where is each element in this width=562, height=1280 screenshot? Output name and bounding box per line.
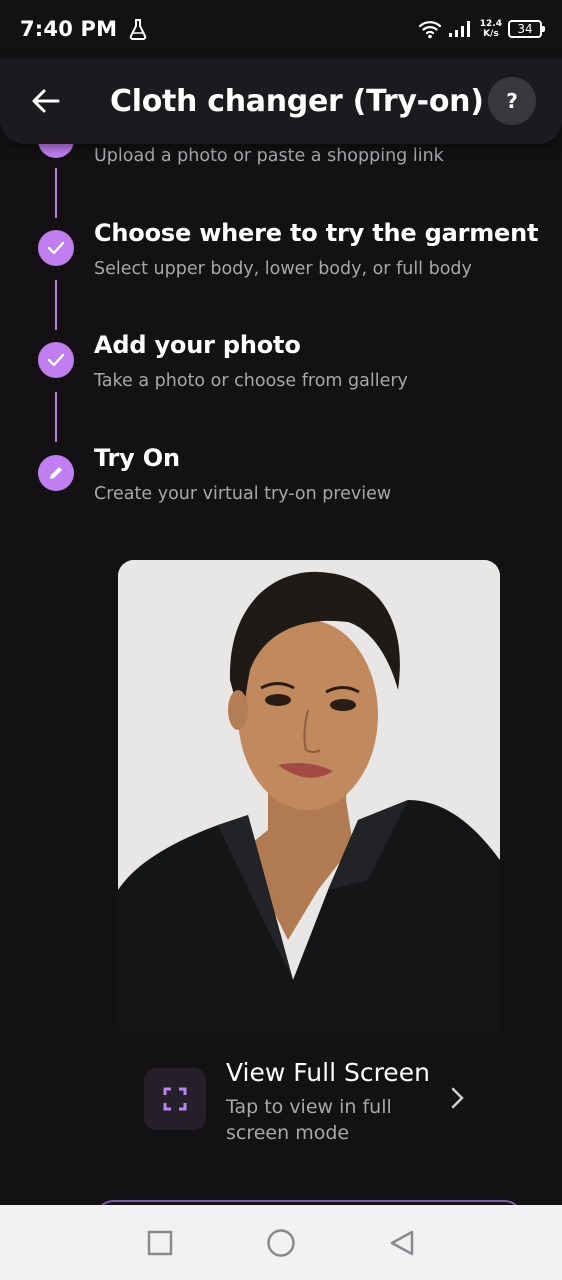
step-title: Add your photo [94, 331, 301, 359]
status-bar: 7:40 PM 12.4 K/s 34 [0, 0, 562, 58]
back-button[interactable] [24, 79, 68, 123]
view-full-screen-subtitle: Tap to view in full screen mode [226, 1096, 392, 1144]
step-subtitle: Create your virtual try-on preview [94, 484, 392, 504]
recents-button[interactable] [140, 1223, 180, 1263]
help-label: ? [506, 89, 518, 113]
square-icon [148, 1230, 173, 1255]
page-title: Cloth changer (Try-on) [110, 83, 484, 119]
battery-level: 34 [517, 22, 533, 36]
triangle-back-icon [390, 1230, 413, 1255]
step-subtitle: Upload a photo or paste a shopping link [94, 146, 444, 166]
view-full-screen-title: View Full Screen [226, 1058, 430, 1087]
fullscreen-icon-box [144, 1068, 206, 1130]
system-nav-bar [0, 1205, 562, 1280]
step-active-circle [38, 455, 74, 491]
status-time: 7:40 PM [20, 17, 118, 41]
step-title: Try On [94, 444, 180, 472]
step-subtitle: Take a photo or choose from gallery [94, 371, 408, 391]
help-button[interactable]: ? [488, 77, 536, 125]
check-icon [47, 353, 65, 367]
pencil-icon [50, 467, 62, 479]
circle-icon [267, 1228, 295, 1257]
status-indicators: 12.4 K/s 34 [418, 19, 545, 39]
fullscreen-icon [163, 1087, 187, 1111]
step-subtitle: Select upper body, lower body, or full b… [94, 259, 472, 279]
network-speed-value: 12.4 [479, 19, 502, 29]
step-connector-line [55, 280, 57, 330]
flask-icon [129, 19, 147, 40]
app-bar: Cloth changer (Try-on) ? [0, 58, 562, 144]
network-speed: 12.4 K/s [480, 19, 502, 39]
home-button[interactable] [261, 1223, 301, 1263]
arrow-left-icon [32, 89, 60, 113]
battery-icon: 34 [508, 20, 545, 38]
step-connector-line [55, 392, 57, 442]
person-photo [118, 560, 500, 1030]
network-speed-unit: K/s [483, 29, 499, 39]
step-check-circle [38, 342, 74, 378]
step-check-circle [38, 230, 74, 266]
wifi-icon [418, 21, 441, 39]
signal-icon [448, 21, 470, 37]
view-full-screen-row[interactable]: View Full Screen Tap to view in full scr… [144, 1058, 484, 1148]
chevron-right-icon [451, 1087, 464, 1109]
step-connector-line [55, 168, 57, 218]
back-nav-button[interactable] [382, 1223, 422, 1263]
step-title: Choose where to try the garment [94, 219, 539, 247]
check-icon [47, 241, 65, 255]
tryon-preview-image[interactable] [118, 560, 500, 1030]
